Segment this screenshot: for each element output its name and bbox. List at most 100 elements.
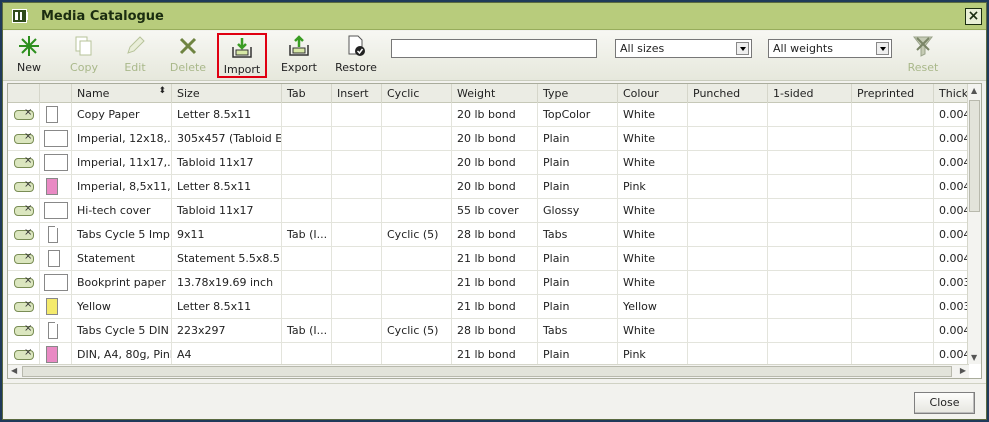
weight-cell: 28 lb bond [452, 223, 538, 247]
insert-cell [332, 295, 382, 319]
thickness-cell: 0.0039 [934, 295, 968, 319]
delete-button[interactable]: Delete [169, 33, 207, 78]
weight-filter-select[interactable]: All weights [768, 39, 892, 58]
horizontal-scrollbar[interactable]: ◀ ▶ [8, 364, 969, 378]
colour-swatch [46, 106, 58, 123]
status-cell [8, 175, 40, 199]
scroll-left-icon[interactable]: ◀ [11, 366, 17, 375]
scroll-right-icon[interactable]: ▶ [960, 366, 966, 375]
tab-cell [282, 295, 332, 319]
table-row[interactable]: YellowLetter 8.5x1121 lb bondPlainYellow… [8, 295, 968, 319]
column-header-type[interactable]: Type [538, 84, 618, 103]
table-row[interactable]: Tabs Cycle 5 DIN223x297Tab (I... Cyclic (… [8, 319, 968, 343]
weight-cell: 20 lb bond [452, 103, 538, 127]
footer-divider [3, 383, 986, 384]
table-row[interactable]: Tabs Cycle 5 Imp...9x11Tab (I... Cyclic (… [8, 223, 968, 247]
name-cell: Tabs Cycle 5 DIN [72, 319, 172, 343]
scroll-up-icon[interactable]: ▲ [971, 86, 977, 95]
colour-cell: White [618, 127, 688, 151]
media-loaded-icon [14, 107, 34, 120]
column-header-one-sided[interactable]: 1-sided [768, 84, 852, 103]
scroll-down-icon[interactable]: ▼ [971, 353, 977, 362]
name-cell: Yellow [72, 295, 172, 319]
window-title: Media Catalogue [41, 9, 164, 24]
punched-cell [688, 271, 768, 295]
chevron-down-icon[interactable] [876, 42, 889, 55]
colour-swatch [44, 154, 68, 171]
thickness-cell: 0.0040 [934, 175, 968, 199]
colour-swatch [44, 202, 68, 219]
funnel-reset-icon [903, 33, 943, 59]
table-row[interactable]: Hi-tech coverTabloid 11x17 55 lb coverGlo… [8, 199, 968, 223]
new-button[interactable]: New [11, 33, 47, 78]
status-cell [8, 319, 40, 343]
type-cell: Plain [538, 271, 618, 295]
export-label: Export [280, 61, 317, 74]
colour-swatch [48, 322, 58, 339]
window-close-icon[interactable]: × [965, 8, 982, 25]
size-filter-select[interactable]: All sizes [615, 39, 752, 58]
colour-cell: White [618, 223, 688, 247]
table-row[interactable]: Bookprint paper13.78x19.69 inch 21 lb bon… [8, 271, 968, 295]
swatch-cell [40, 223, 72, 247]
preprinted-cell [852, 199, 934, 223]
colour-cell: White [618, 247, 688, 271]
type-cell: Tabs [538, 223, 618, 247]
preprinted-cell [852, 247, 934, 271]
column-header-name[interactable]: Name ⬍ [72, 84, 172, 103]
copy-button[interactable]: Copy [67, 33, 101, 78]
size-cell: 305x457 (Tabloid E... [172, 127, 282, 151]
tab-cell [282, 175, 332, 199]
cyclic-cell [382, 199, 452, 223]
export-tray-icon [279, 33, 319, 59]
cyclic-cell: Cyclic (5) [382, 223, 452, 247]
media-loaded-icon [14, 203, 34, 216]
type-cell: Plain [538, 247, 618, 271]
column-header-cyclic[interactable]: Cyclic [382, 84, 452, 103]
table-row[interactable]: Imperial, 8,5x11,...Letter 8.5x11 20 lb b… [8, 175, 968, 199]
edit-button[interactable]: Edit [119, 33, 151, 78]
chevron-down-icon[interactable] [736, 42, 749, 55]
new-label: New [17, 61, 41, 74]
column-header-colour[interactable]: Colour [618, 84, 688, 103]
status-cell [8, 295, 40, 319]
table-row[interactable]: Imperial, 11x17,...Tabloid 11x17 20 lb bo… [8, 151, 968, 175]
punched-cell [688, 127, 768, 151]
insert-cell [332, 151, 382, 175]
column-header-preprinted[interactable]: Preprinted [852, 84, 934, 103]
one-sided-cell [768, 127, 852, 151]
column-header-name-label: Name [77, 87, 110, 100]
restore-button[interactable]: Restore [333, 33, 379, 78]
column-header-size[interactable]: Size [172, 84, 282, 103]
type-cell: Glossy [538, 199, 618, 223]
cyclic-cell [382, 103, 452, 127]
colour-cell: White [618, 199, 688, 223]
preprinted-cell [852, 103, 934, 127]
table-row[interactable]: Imperial, 12x18,...305x457 (Tabloid E...… [8, 127, 968, 151]
column-header-weight[interactable]: Weight [452, 84, 538, 103]
media-catalogue-window: Media Catalogue × New Copy Edit Delete I… [2, 2, 987, 420]
horizontal-scroll-thumb[interactable] [22, 366, 952, 377]
reset-button[interactable]: Reset [903, 33, 943, 78]
preprinted-cell [852, 295, 934, 319]
search-input[interactable] [391, 39, 597, 58]
media-table: Name ⬍ Size Tab Insert Cyclic Weight Typ… [7, 83, 982, 379]
close-button[interactable]: Close [914, 392, 975, 414]
column-header-insert[interactable]: Insert [332, 84, 382, 103]
media-loaded-icon [14, 299, 34, 312]
vertical-scrollbar[interactable]: ▲ ▼ [967, 84, 981, 364]
table-row[interactable]: Copy PaperLetter 8.5x11 20 lb bondTopColo… [8, 103, 968, 127]
import-button[interactable]: Import [217, 33, 267, 78]
column-header-punched[interactable]: Punched [688, 84, 768, 103]
column-header-thickness[interactable]: Thickn [934, 84, 968, 103]
toolbar: New Copy Edit Delete Import Export Resto… [3, 31, 986, 81]
media-loaded-icon [14, 347, 34, 360]
vertical-scroll-thumb[interactable] [969, 100, 980, 212]
export-button[interactable]: Export [279, 33, 319, 78]
column-header-status[interactable] [8, 84, 40, 103]
size-cell: Tabloid 11x17 [172, 199, 282, 223]
column-header-swatch[interactable] [40, 84, 72, 103]
column-header-tab[interactable]: Tab [282, 84, 332, 103]
table-row[interactable]: StatementStatement 5.5x8.5 21 lb bondPlai… [8, 247, 968, 271]
swatch-cell [40, 151, 72, 175]
